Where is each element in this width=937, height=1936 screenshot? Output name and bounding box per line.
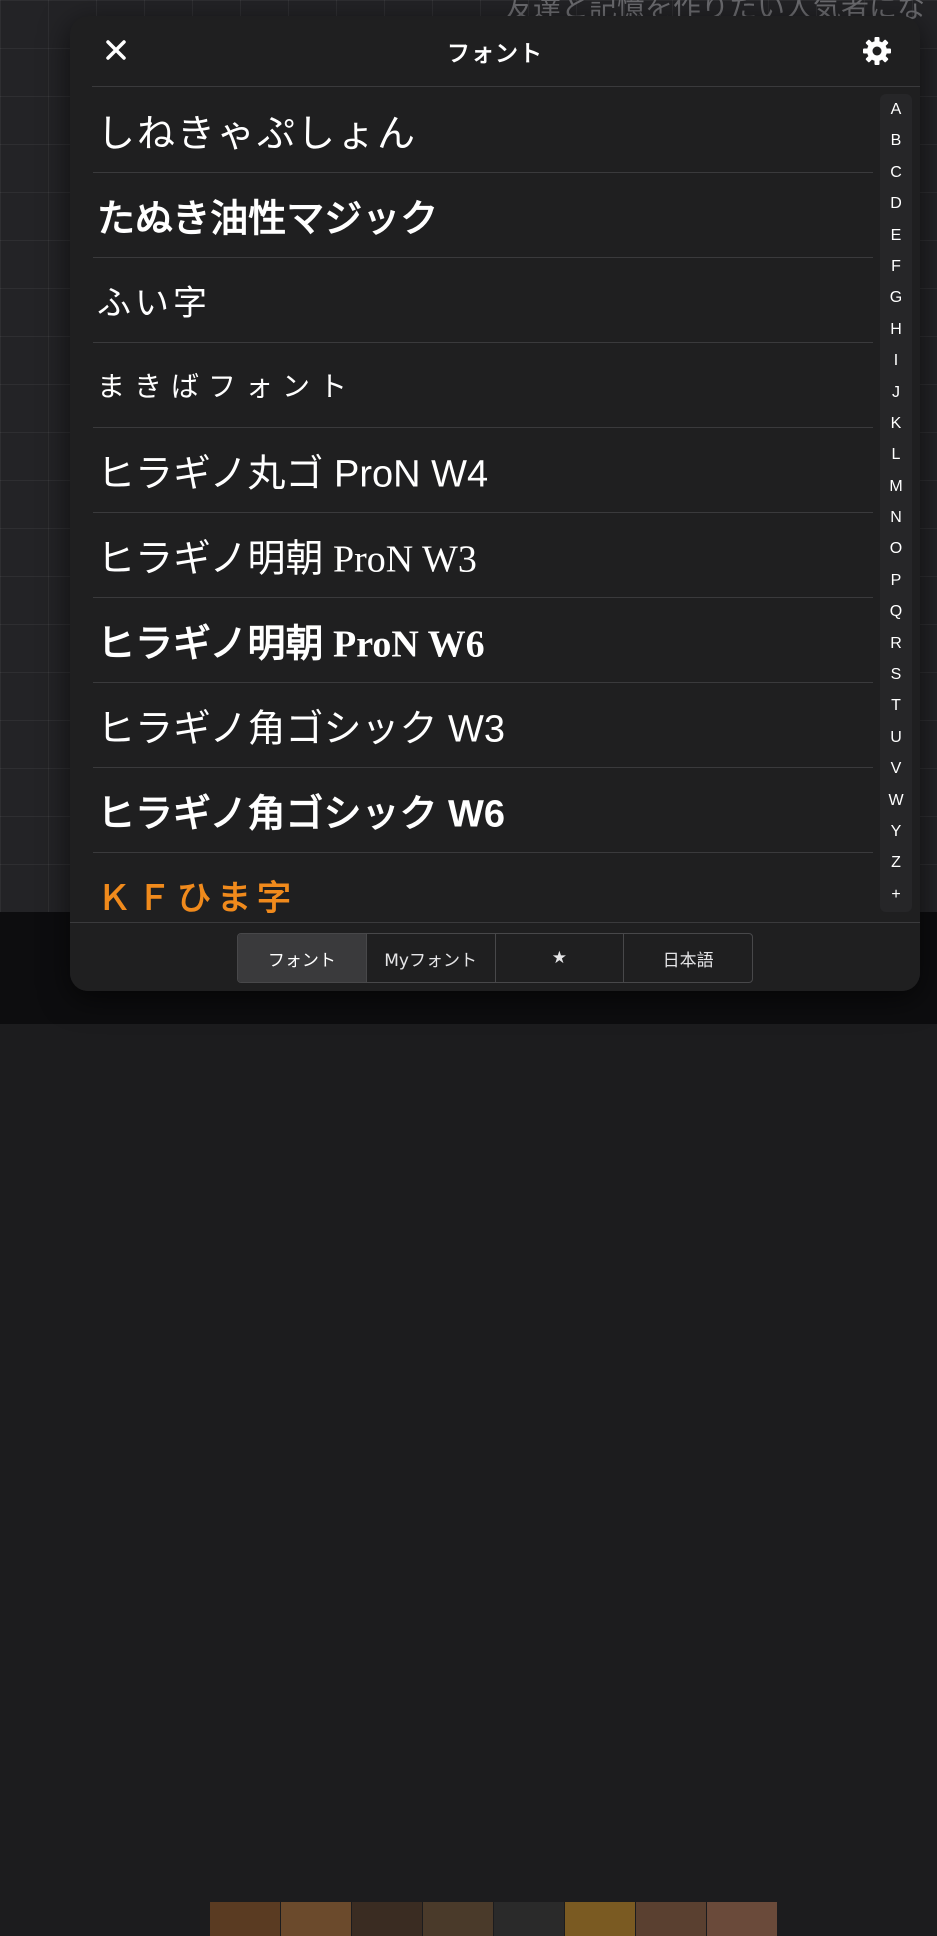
index-letter-c[interactable]: C (880, 157, 912, 188)
tab-fonts[interactable]: フォント (238, 934, 367, 982)
font-name: ふい字 (97, 283, 211, 324)
index-letter-v[interactable]: V (880, 753, 912, 784)
gear-icon (863, 37, 891, 65)
thumbnail (707, 1902, 777, 1936)
index-letter-q[interactable]: Q (880, 596, 912, 627)
index-letter-k[interactable]: K (880, 408, 912, 439)
settings-button[interactable] (860, 34, 894, 68)
font-row-hiragino-kaku-w3[interactable]: ヒラギノ角ゴシック W3 (93, 683, 873, 768)
index-letter-y[interactable]: Y (880, 816, 912, 847)
font-picker-panel: フォント しねきゃぷしょん たぬき油性マジック ふい字 まきばフォント ヒラギノ… (70, 16, 920, 991)
index-letter-o[interactable]: O (880, 533, 912, 564)
panel-title: フォント (447, 41, 543, 67)
font-row-fuiji[interactable]: ふい字 (93, 258, 873, 343)
font-name: まきばフォント (97, 370, 357, 403)
index-letter-a[interactable]: A (880, 94, 912, 125)
font-row-hiragino-mincho-w6[interactable]: ヒラギノ明朝 ProN W6 (93, 598, 873, 683)
index-letter-h[interactable]: H (880, 314, 912, 345)
tab-favorites[interactable]: ★ (496, 934, 625, 982)
font-row-hiragino-mincho-w3[interactable]: ヒラギノ明朝 ProN W3 (93, 513, 873, 598)
thumbnail (281, 1902, 351, 1936)
thumbnail (423, 1902, 493, 1936)
index-letter-j[interactable]: J (880, 377, 912, 408)
background-thumbnails (210, 1902, 778, 1936)
font-list: しねきゃぷしょん たぬき油性マジック ふい字 まきばフォント ヒラギノ丸ゴ Pr… (93, 88, 873, 937)
font-row-hiragino-kaku-w6[interactable]: ヒラギノ角ゴシック W6 (93, 768, 873, 853)
index-letter-d[interactable]: D (880, 188, 912, 219)
font-row-tanuki-magic[interactable]: たぬき油性マジック (93, 173, 873, 258)
index-letter-w[interactable]: W (880, 785, 912, 816)
index-letter-l[interactable]: L (880, 439, 912, 470)
tab-my-fonts[interactable]: Myフォント (367, 934, 496, 982)
panel-header: フォント (70, 16, 920, 86)
font-name: ヒラギノ丸ゴ ProN W4 (97, 453, 489, 496)
index-letter-z[interactable]: Z (880, 847, 912, 878)
footer-bar: フォント Myフォント ★ 日本語 (70, 922, 920, 991)
thumbnail (636, 1902, 706, 1936)
font-name: ヒラギノ角ゴシック W3 (97, 708, 506, 751)
index-letter-p[interactable]: P (880, 565, 912, 596)
font-name: しねきゃぷしょん (97, 111, 418, 156)
index-letter-plus[interactable]: + (880, 879, 912, 910)
index-letter-r[interactable]: R (880, 628, 912, 659)
index-letter-m[interactable]: M (880, 471, 912, 502)
font-name: ヒラギノ角ゴシック W6 (97, 793, 506, 836)
thumbnail (565, 1902, 635, 1936)
header-divider (92, 86, 920, 87)
index-letter-g[interactable]: G (880, 282, 912, 313)
index-letter-s[interactable]: S (880, 659, 912, 690)
font-name: たぬき油性マジック (97, 196, 439, 241)
alphabet-index[interactable]: A B C D E F G H I J K L M N O P Q R S T U V W Y Z + (880, 94, 912, 912)
category-segmented-control: フォント Myフォント ★ 日本語 (237, 933, 753, 983)
index-letter-f[interactable]: F (880, 251, 912, 282)
font-row-shinecaption[interactable]: しねきゃぷしょん (93, 88, 873, 173)
font-name: ヒラギノ明朝 ProN W6 (97, 623, 485, 666)
font-row-makiba[interactable]: まきばフォント (93, 343, 873, 428)
index-letter-n[interactable]: N (880, 502, 912, 533)
index-letter-b[interactable]: B (880, 125, 912, 156)
thumbnail (494, 1902, 564, 1936)
font-name: ヒラギノ明朝 ProN W3 (97, 538, 477, 581)
tab-japanese[interactable]: 日本語 (624, 934, 752, 982)
index-letter-u[interactable]: U (880, 722, 912, 753)
font-row-hiragino-maru-w4[interactable]: ヒラギノ丸ゴ ProN W4 (93, 428, 873, 513)
font-name: ＫＦひま字 (97, 878, 297, 919)
index-letter-i[interactable]: I (880, 345, 912, 376)
thumbnail (210, 1902, 280, 1936)
index-letter-t[interactable]: T (880, 690, 912, 721)
thumbnail (352, 1902, 422, 1936)
index-letter-e[interactable]: E (880, 220, 912, 251)
